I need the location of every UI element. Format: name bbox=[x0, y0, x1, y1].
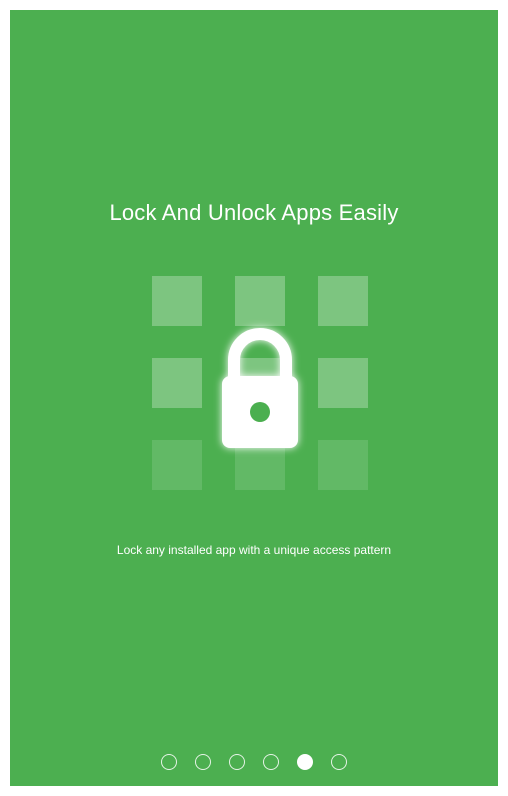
page-indicator-dot[interactable] bbox=[263, 754, 279, 770]
page-indicator bbox=[10, 754, 498, 774]
app-tile bbox=[152, 440, 202, 490]
onboarding-illustration bbox=[152, 276, 368, 492]
page-indicator-dot[interactable] bbox=[195, 754, 211, 770]
app-tile bbox=[318, 358, 368, 408]
onboarding-screen[interactable]: Lock And Unlock Apps Easily Lock any ins… bbox=[10, 10, 498, 786]
page-indicator-dot[interactable] bbox=[161, 754, 177, 770]
page-indicator-dot-active[interactable] bbox=[297, 754, 313, 770]
app-tile bbox=[318, 276, 368, 326]
page-indicator-dot[interactable] bbox=[229, 754, 245, 770]
onboarding-title: Lock And Unlock Apps Easily bbox=[109, 200, 399, 225]
padlock-icon bbox=[202, 316, 318, 464]
app-tile bbox=[318, 440, 368, 490]
page-indicator-dot[interactable] bbox=[331, 754, 347, 770]
app-tile bbox=[152, 358, 202, 408]
app-tile bbox=[152, 276, 202, 326]
onboarding-subtitle: Lock any installed app with a unique acc… bbox=[116, 543, 392, 557]
